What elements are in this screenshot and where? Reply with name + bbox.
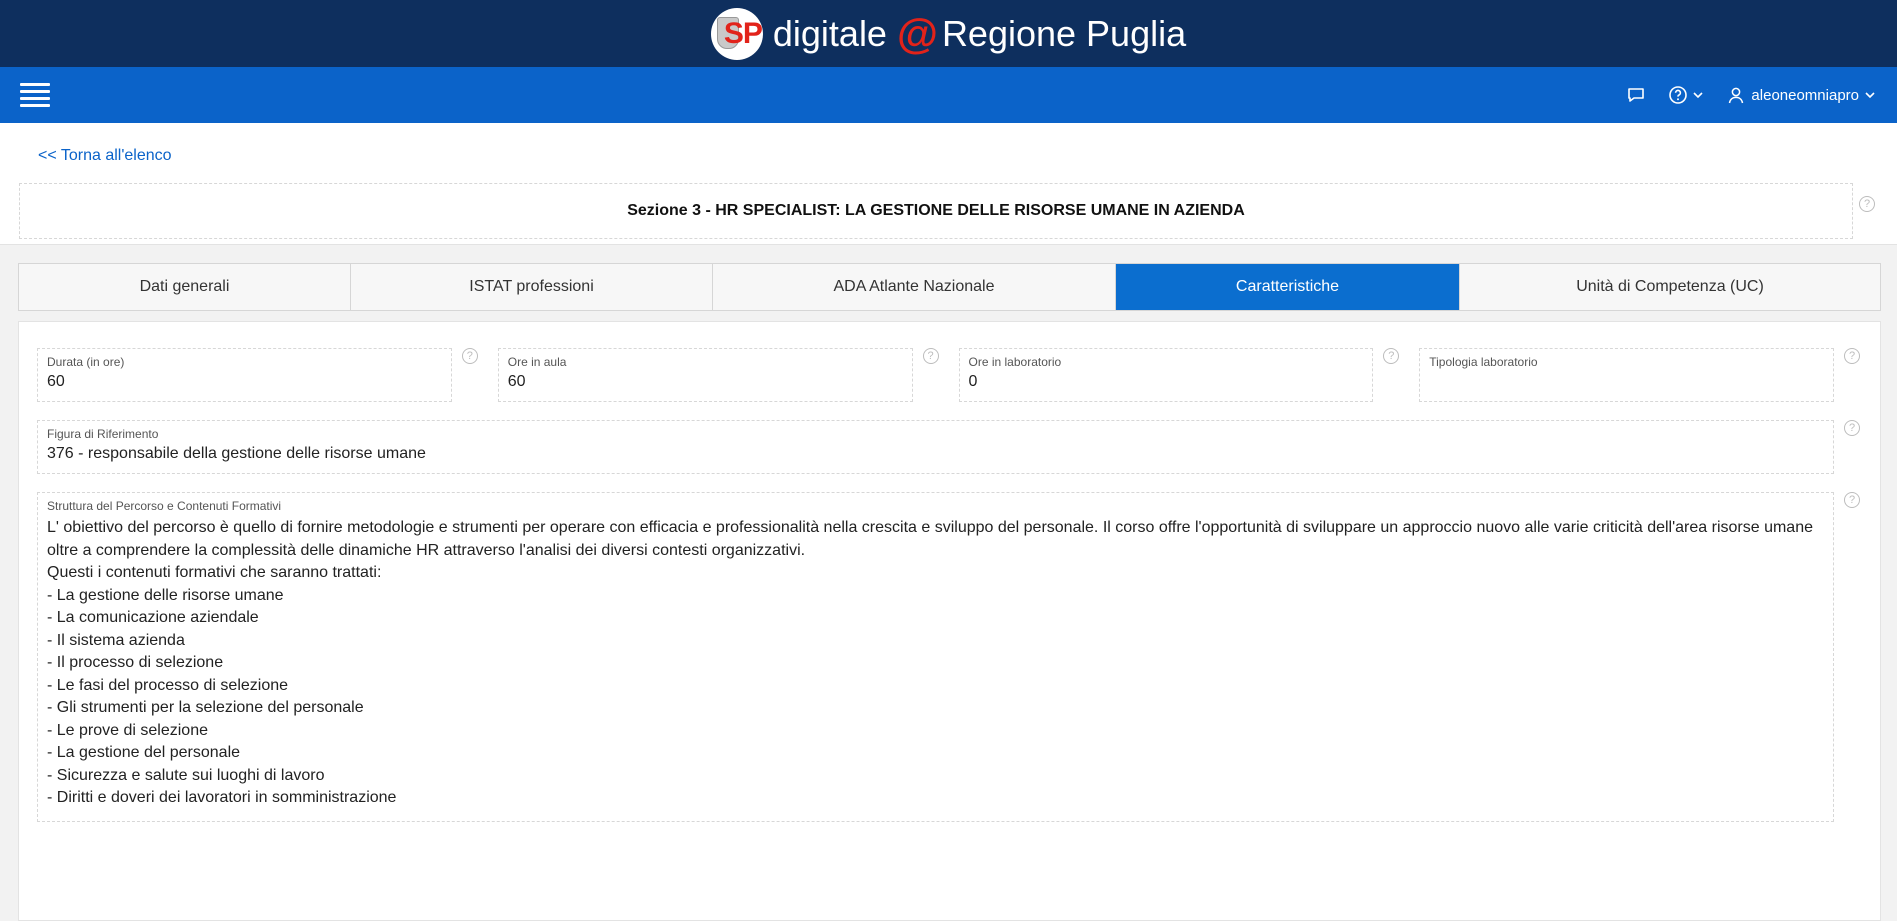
struttura-percorso-field[interactable]: Struttura del Percorso e Contenuti Forma… (37, 492, 1834, 822)
list-item: - La comunicazione aziendale (47, 609, 259, 626)
field-label: Struttura del Percorso e Contenuti Forma… (47, 499, 282, 513)
top-navbar: aleoneomniapro (0, 67, 1897, 123)
field-label: Ore in laboratorio (968, 355, 1062, 369)
chevron-down-icon (1693, 92, 1703, 99)
help-icon[interactable]: ? (1844, 348, 1860, 364)
tab-ada-atlante-nazionale[interactable]: ADA Atlante Nazionale (713, 264, 1116, 310)
navbar-actions: aleoneomniapro (1604, 85, 1877, 105)
list-item: - La gestione delle risorse umane (47, 586, 284, 604)
help-icon[interactable]: ? (922, 348, 939, 364)
help-menu[interactable] (1668, 85, 1705, 105)
tipologia-laboratorio-field-wrap: Tipologia laboratorio ? (1419, 348, 1860, 402)
tab-label: Caratteristiche (1235, 278, 1340, 295)
tipologia-laboratorio-field[interactable]: Tipologia laboratorio (1419, 348, 1834, 402)
back-to-list-link[interactable]: << Torna all'elenco (38, 147, 172, 164)
list-item: - La gestione del personale (47, 744, 241, 761)
user-name: aleoneomniapro (1751, 86, 1859, 104)
tab-label: ISTAT professioni (469, 278, 594, 295)
tab-label: ADA Atlante Nazionale (833, 278, 995, 295)
field-value: 0 (968, 373, 978, 390)
struttura-text: L' obiettivo del percorso è quello di fo… (47, 517, 1824, 810)
hours-row: Durata (in ore) 60 ? Ore in aula 60 ? Or… (37, 348, 1862, 402)
help-icon[interactable]: ? (461, 348, 478, 364)
tab-label: Dati generali (139, 278, 230, 295)
field-label: Tipologia laboratorio (1429, 355, 1538, 369)
text-line: L' obiettivo del percorso è quello di fo… (47, 519, 1813, 536)
list-item: - Le fasi del processo di selezione (47, 676, 289, 694)
field-value: 376 - responsabile della gestione delle … (47, 445, 426, 462)
field-label: Ore in aula (507, 355, 567, 369)
brand-logo[interactable]: SP digitale @ Regione Puglia (710, 7, 1186, 60)
caratteristiche-panel: Durata (in ore) 60 ? Ore in aula 60 ? Or… (18, 321, 1881, 921)
question-circle-icon (1669, 86, 1688, 104)
tab-istat-professioni[interactable]: ISTAT professioni (351, 264, 713, 310)
figura-field-wrap: Figura di Riferimento 376 - responsabile… (37, 420, 1860, 474)
ore-laboratorio-field-wrap: Ore in laboratorio 0 ? (958, 348, 1400, 402)
list-item: - Le prove di selezione (47, 721, 208, 739)
section-title-box: Sezione 3 - HR SPECIALIST: LA GESTIONE D… (19, 183, 1853, 239)
struttura-row: Struttura del Percorso e Contenuti Forma… (37, 492, 1862, 822)
field-label: Figura di Riferimento (47, 427, 159, 441)
text-line: oltre a comprendere la complessità delle… (47, 541, 806, 559)
dsp-logo-icon: SP (710, 7, 763, 60)
durata-field[interactable]: Durata (in ore) 60 (37, 348, 452, 402)
help-icon[interactable]: ? (1844, 420, 1860, 436)
list-item: - Diritti e doveri dei lavoratori in som… (47, 789, 397, 806)
tab-bar: Dati generali ISTAT professioni ADA Atla… (18, 263, 1881, 311)
struttura-field-wrap: Struttura del Percorso e Contenuti Forma… (37, 492, 1860, 822)
tab-dati-generali[interactable]: Dati generali (19, 264, 351, 310)
hamburger-menu-icon[interactable] (20, 83, 50, 107)
list-item: - Sicurezza e salute sui luoghi di lavor… (47, 766, 325, 784)
field-label: Durata (in ore) (47, 355, 125, 369)
brand-name: digitale @ Regione Puglia (773, 10, 1186, 58)
list-item: - Il processo di selezione (47, 654, 224, 671)
help-icon[interactable]: ? (1859, 196, 1875, 212)
logo-text: SP (723, 16, 763, 50)
help-icon[interactable]: ? (1844, 492, 1860, 508)
brand-name-left: digitale (772, 12, 887, 54)
list-item: - Gli strumenti per la selezione del per… (47, 699, 364, 716)
help-icon[interactable]: ? (1383, 348, 1400, 364)
header-panel: << Torna all'elenco Sezione 3 - HR SPECI… (0, 123, 1897, 245)
figura-riferimento-field[interactable]: Figura di Riferimento 376 - responsabile… (37, 420, 1834, 474)
brand-bar: SP digitale @ Regione Puglia (0, 0, 1897, 67)
figura-row: Figura di Riferimento 376 - responsabile… (37, 420, 1862, 474)
user-icon (1729, 87, 1744, 104)
field-value: 60 (507, 373, 526, 390)
ore-laboratorio-field[interactable]: Ore in laboratorio 0 (958, 348, 1374, 402)
chat-icon[interactable] (1626, 85, 1646, 105)
list-item: - Il sistema azienda (47, 631, 185, 649)
chevron-down-icon (1865, 92, 1875, 99)
brand-name-right: Regione Puglia (941, 12, 1187, 54)
user-menu[interactable]: aleoneomniapro (1727, 86, 1877, 104)
ore-aula-field-wrap: Ore in aula 60 ? (497, 348, 939, 402)
page-title: Sezione 3 - HR SPECIALIST: LA GESTIONE D… (627, 202, 1245, 219)
text-line: Questi i contenuti formativi che saranno… (47, 564, 382, 581)
tab-caratteristiche[interactable]: Caratteristiche (1116, 264, 1460, 310)
brand-at-symbol: @ (896, 9, 938, 57)
field-value: 60 (47, 373, 65, 390)
durata-field-wrap: Durata (in ore) 60 ? (37, 348, 478, 402)
tab-label: Unità di Competenza (UC) (1576, 278, 1764, 295)
ore-aula-field[interactable]: Ore in aula 60 (497, 348, 913, 402)
tab-unita-competenza[interactable]: Unità di Competenza (UC) (1460, 264, 1880, 310)
